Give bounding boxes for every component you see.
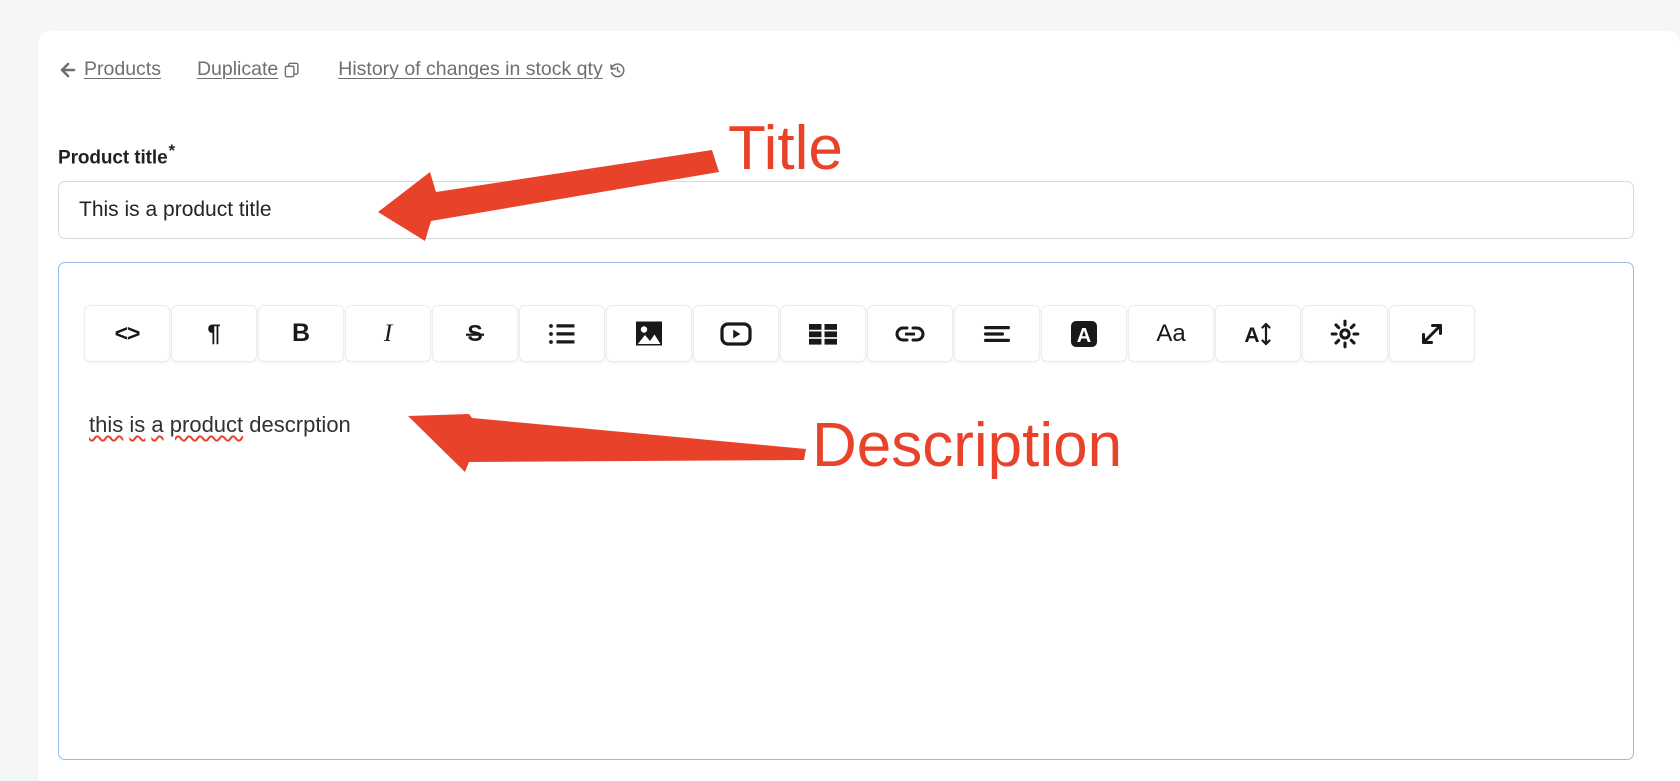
- description-editor-body[interactable]: this is a product descrption: [89, 410, 1613, 749]
- duplicate-link[interactable]: Duplicate: [197, 60, 302, 80]
- copy-icon: [283, 61, 302, 80]
- product-title-label: Product title*: [58, 141, 175, 169]
- duplicate-label: Duplicate: [196, 58, 279, 81]
- italic-button[interactable]: I: [345, 305, 431, 362]
- back-to-products-link[interactable]: Products: [58, 60, 161, 80]
- description-word: is: [129, 412, 146, 437]
- sun-brightness-icon: [1330, 319, 1360, 349]
- image-icon: [634, 320, 664, 347]
- bold-icon: B: [291, 319, 311, 347]
- product-title-input[interactable]: [58, 181, 1634, 239]
- description-editor[interactable]: <> ¶ B I S A Aa A this is a product desc…: [58, 262, 1634, 760]
- code-brackets-icon: <>: [114, 320, 141, 346]
- description-word: product: [169, 412, 244, 437]
- font-size-aa-icon: Aa: [1156, 319, 1186, 347]
- insert-video-button[interactable]: [693, 305, 779, 362]
- product-title-label-text: Product title: [58, 147, 168, 169]
- insert-link-button[interactable]: [867, 305, 953, 362]
- back-arrow-icon: [58, 60, 78, 80]
- strikethrough-button[interactable]: S: [432, 305, 518, 362]
- text-align-button[interactable]: [954, 305, 1040, 362]
- description-word: this: [89, 412, 124, 437]
- description-word: descrption: [249, 412, 351, 437]
- align-lines-icon: [982, 324, 1012, 344]
- svg-text:A: A: [1244, 324, 1259, 347]
- svg-text:S: S: [467, 320, 482, 346]
- line-height-icon: A: [1241, 320, 1275, 348]
- pilcrow-icon: ¶: [207, 319, 221, 347]
- source-code-button[interactable]: <>: [84, 305, 170, 362]
- bullet-list-icon: [547, 321, 577, 347]
- fullscreen-button[interactable]: [1389, 305, 1475, 362]
- stock-history-label: History of changes in stock qty: [338, 58, 603, 81]
- action-links-bar: Products Duplicate History of changes in…: [58, 60, 627, 80]
- font-size-button[interactable]: Aa: [1128, 305, 1214, 362]
- insert-table-button[interactable]: [780, 305, 866, 362]
- bullet-list-button[interactable]: [519, 305, 605, 362]
- bold-button[interactable]: B: [258, 305, 344, 362]
- editor-toolbar: <> ¶ B I S A Aa A: [84, 305, 1475, 362]
- back-to-products-label: Products: [84, 58, 161, 81]
- product-edit-card: Products Duplicate History of changes in…: [38, 31, 1680, 781]
- paragraph-button[interactable]: ¶: [171, 305, 257, 362]
- required-asterisk: *: [168, 141, 176, 160]
- strikethrough-icon: S: [460, 319, 490, 349]
- brightness-button[interactable]: [1302, 305, 1388, 362]
- table-grid-icon: [808, 322, 838, 346]
- link-chain-icon: [893, 323, 927, 345]
- italic-icon: I: [383, 320, 393, 347]
- svg-text:A: A: [1077, 325, 1091, 347]
- stock-history-link[interactable]: History of changes in stock qty: [338, 60, 626, 80]
- line-height-button[interactable]: A: [1215, 305, 1301, 362]
- history-clock-icon: [608, 61, 627, 80]
- insert-image-button[interactable]: [606, 305, 692, 362]
- video-play-icon: [720, 321, 752, 347]
- text-color-button[interactable]: A: [1041, 305, 1127, 362]
- expand-diagonal-icon: [1417, 319, 1447, 349]
- description-word: a: [151, 412, 164, 437]
- letter-a-filled-icon: A: [1069, 319, 1099, 349]
